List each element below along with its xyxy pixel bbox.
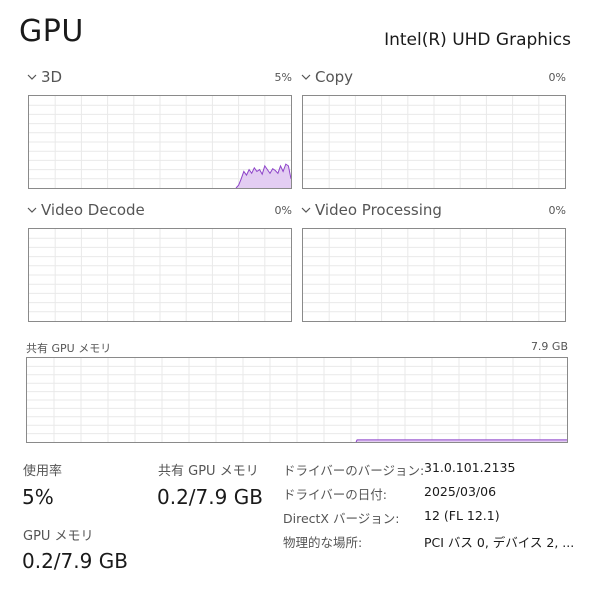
info-value-driver-version: 31.0.101.2135	[424, 460, 516, 475]
engine-percent: 0%	[548, 204, 566, 217]
shared-memory-chart	[27, 358, 567, 442]
chevron-down-icon	[301, 74, 311, 80]
engine-selector-3d[interactable]: 3D	[27, 68, 62, 86]
engine-selector-video-processing[interactable]: Video Processing	[301, 201, 442, 219]
info-key-location: 物理的な場所:	[283, 535, 363, 550]
engine-selector-video-decode[interactable]: Video Decode	[27, 201, 145, 219]
engine-percent: 0%	[548, 71, 566, 84]
engine-label: Video Decode	[41, 201, 145, 219]
engine-label: Copy	[315, 68, 354, 86]
engine-graph-copy	[302, 95, 566, 189]
chevron-down-icon	[27, 207, 37, 213]
shared-memory-max: 7.9 GB	[530, 340, 568, 353]
engine-label: Video Processing	[315, 201, 442, 219]
gpu-mem-value: 0.2/7.9 GB	[22, 549, 128, 573]
utilization-chart	[29, 96, 291, 188]
info-key-driver-version: ドライバーのバージョン:	[283, 463, 425, 478]
chevron-down-icon	[301, 207, 311, 213]
series-area	[236, 164, 291, 188]
shared-mem-value: 0.2/7.9 GB	[157, 485, 263, 509]
engine-graph-video-processing	[302, 228, 566, 322]
utilization-label: 使用率	[23, 464, 63, 479]
page-title: GPU	[19, 14, 84, 49]
info-value-location: PCI バス 0, デバイス 2, ...	[424, 535, 575, 550]
engine-label: 3D	[41, 68, 63, 86]
engine-selector-copy[interactable]: Copy	[301, 68, 353, 86]
info-value-directx: 12 (FL 12.1)	[424, 508, 500, 523]
info-key-directx: DirectX バージョン:	[283, 511, 400, 526]
adapter-name: Intel(R) UHD Graphics	[384, 30, 571, 50]
shared-mem-label: 共有 GPU メモリ	[158, 464, 259, 479]
engine-graph-3d	[28, 95, 292, 189]
info-value-driver-date: 2025/03/06	[424, 484, 497, 499]
utilization-chart	[303, 229, 565, 321]
utilization-chart	[303, 96, 565, 188]
info-key-driver-date: ドライバーの日付:	[283, 487, 387, 502]
chevron-down-icon	[27, 74, 37, 80]
engine-percent: 5%	[274, 71, 292, 84]
shared-memory-graph	[26, 357, 568, 443]
gpu-mem-label: GPU メモリ	[23, 529, 94, 544]
utilization-value: 5%	[22, 485, 54, 509]
engine-percent: 0%	[274, 204, 292, 217]
utilization-chart	[29, 229, 291, 321]
shared-memory-graph-label: 共有 GPU メモリ	[26, 342, 112, 355]
engine-graph-video-decode	[28, 228, 292, 322]
